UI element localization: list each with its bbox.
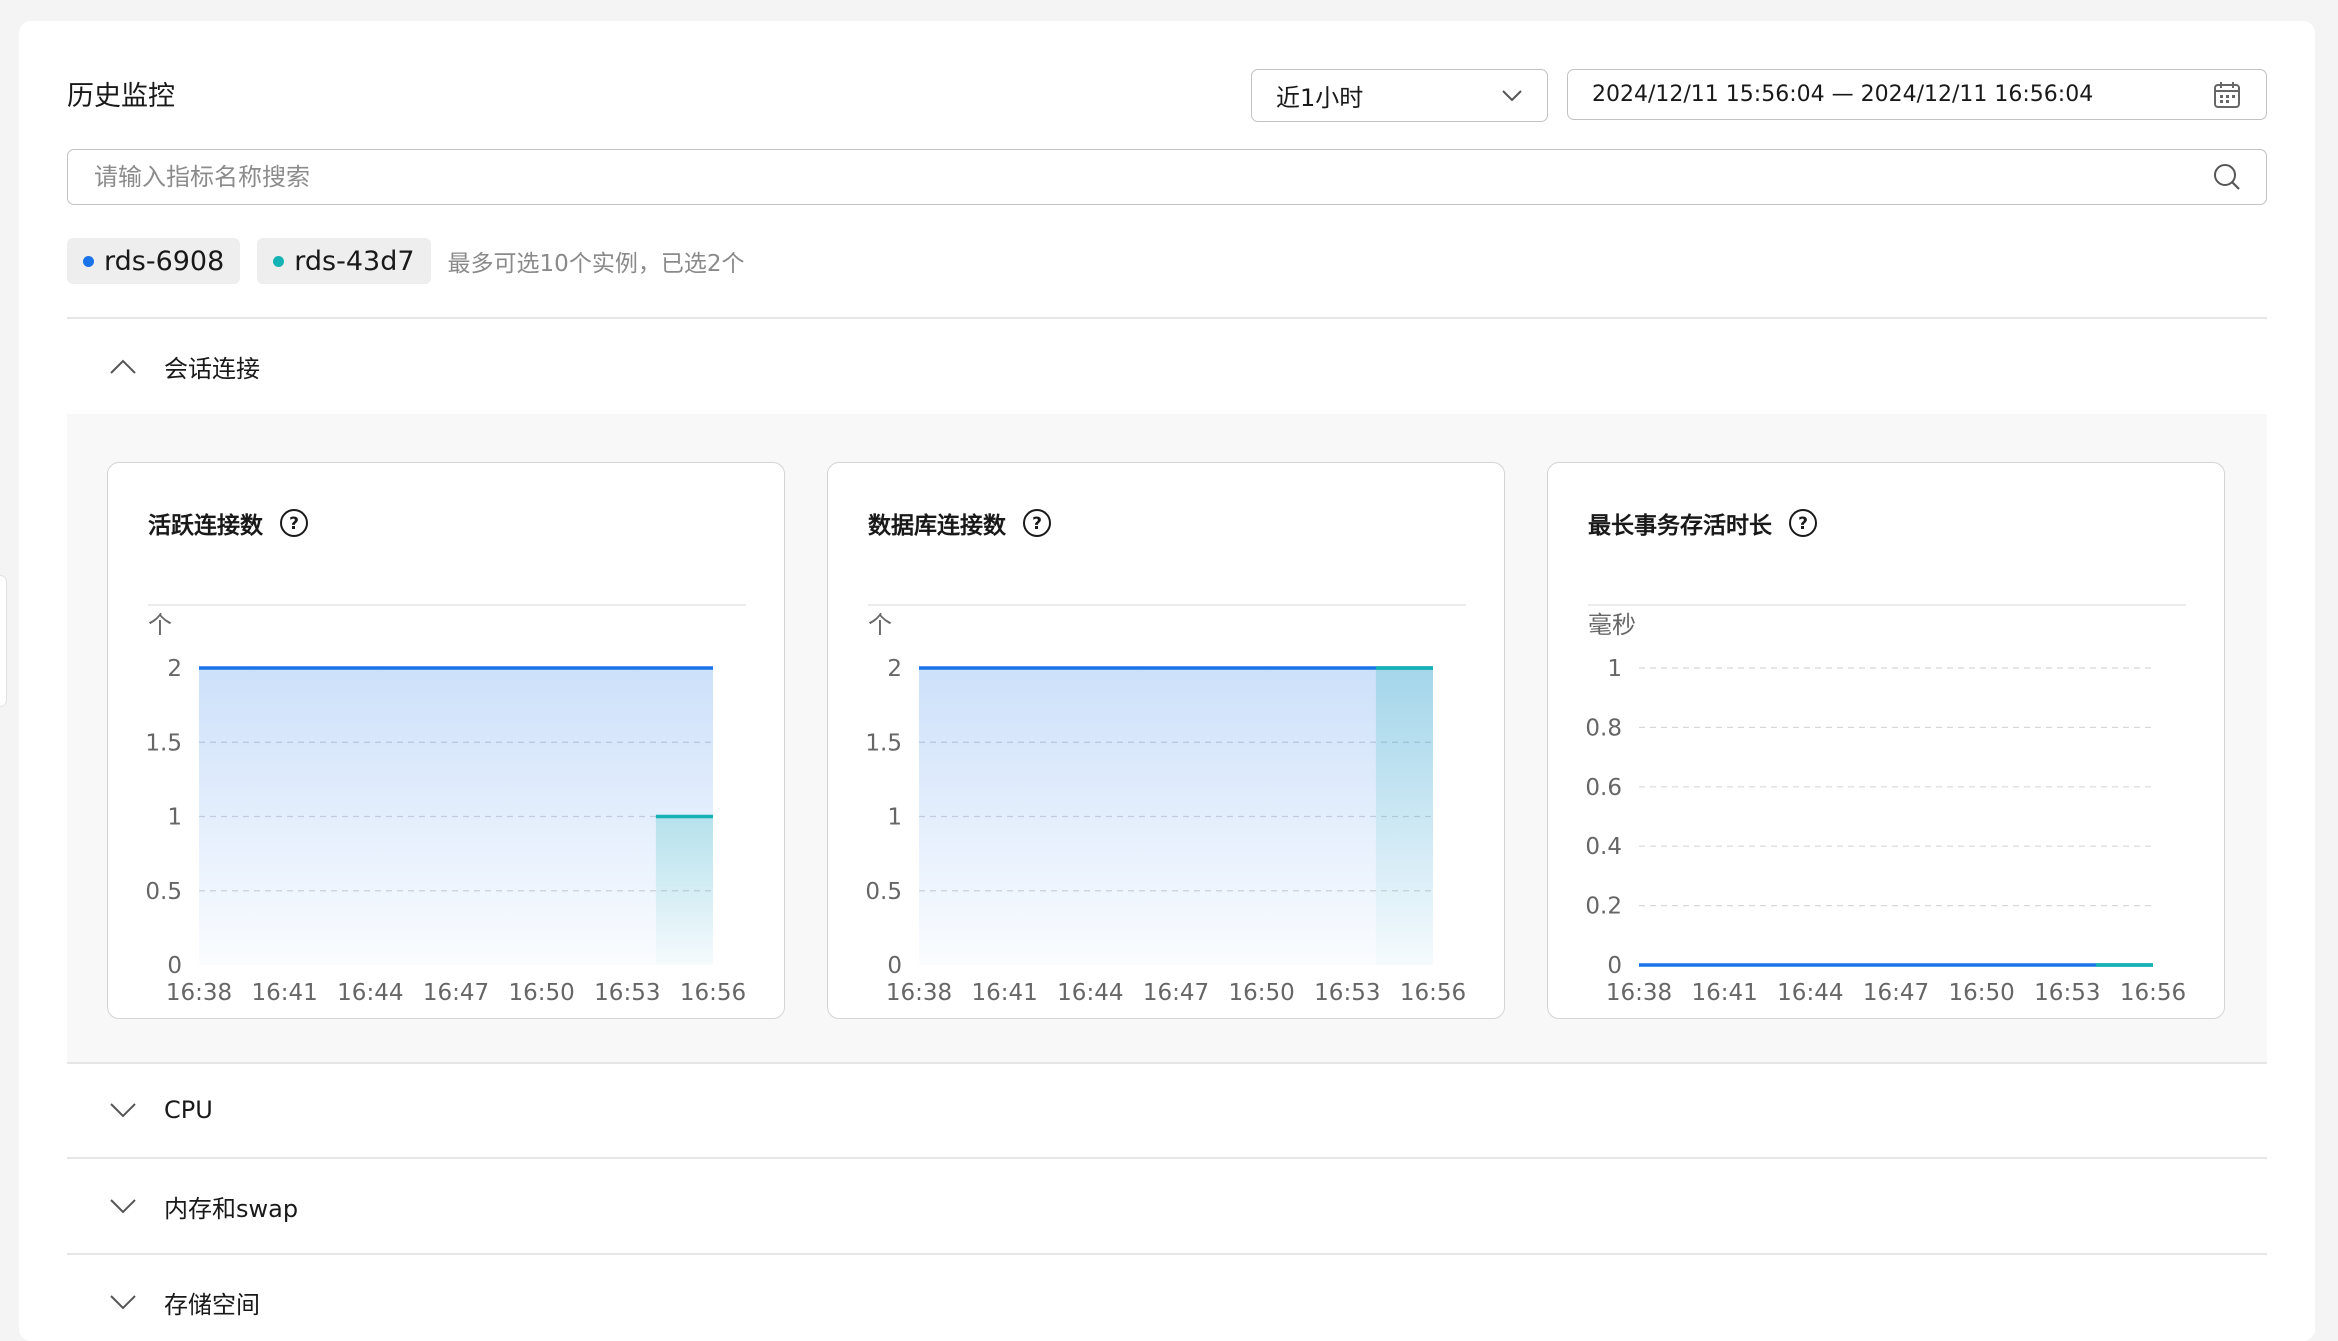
series-area xyxy=(1375,668,1433,965)
chevron-up-icon xyxy=(110,359,136,374)
x-tick-label: 16:41 xyxy=(252,980,318,1006)
section-label: 会话连接 xyxy=(164,354,260,383)
chevron-down-icon xyxy=(110,1295,136,1310)
y-tick-label: 0.2 xyxy=(1585,894,1622,920)
chart-title: 活跃连接数 xyxy=(148,513,263,539)
svg-text:?: ? xyxy=(1032,514,1042,534)
y-tick-label: 0 xyxy=(167,953,182,979)
section-label: 内存和swap xyxy=(164,1194,299,1223)
session-charts-area: 个 0 0.5 1 1.5 2 16:38 16:41 16:44 16:47 16:50 16:53… xyxy=(67,414,2267,1062)
section-label: 存储空间 xyxy=(164,1290,260,1319)
chart-title-wrap: 最长事务存活时长 ? xyxy=(1588,506,1818,540)
x-tick-label: 16:41 xyxy=(1692,980,1758,1006)
x-tick-label: 16:41 xyxy=(972,980,1038,1006)
section-header-storage[interactable]: 存储空间 xyxy=(67,1272,2267,1332)
active-connections-chart: 个 0 0.5 1 1.5 2 16:38 16:41 16:44 16:47 16:50 16:53… xyxy=(145,604,746,1006)
chart-title-wrap: 数据库连接数 ? xyxy=(868,506,1052,540)
instance-tag[interactable]: rds-43d7 xyxy=(257,238,431,284)
chart-title: 数据库连接数 xyxy=(868,513,1006,539)
svg-text:?: ? xyxy=(289,514,299,534)
y-tick-label: 0.6 xyxy=(1585,775,1622,801)
x-tick-label: 16:38 xyxy=(1606,980,1672,1006)
help-icon[interactable]: ? xyxy=(1788,508,1818,538)
instance-tag-label: rds-6908 xyxy=(104,245,225,277)
y-unit-label: 个 xyxy=(868,611,892,639)
x-tick-label: 16:44 xyxy=(1777,980,1843,1006)
divider xyxy=(67,1253,2267,1255)
chart-title-wrap: 活跃连接数 ? xyxy=(148,506,309,540)
x-tick-label: 16:44 xyxy=(1057,980,1123,1006)
instance-tags: rds-6908 rds-43d7 最多可选10个实例，已选2个 xyxy=(67,238,744,284)
y-tick-label: 0.4 xyxy=(1585,834,1622,860)
section-header-memory[interactable]: 内存和swap xyxy=(67,1176,2267,1236)
x-tick-label: 16:50 xyxy=(1949,980,2015,1006)
x-tick-label: 16:53 xyxy=(1314,980,1380,1006)
instance-selection-hint: 最多可选10个实例，已选2个 xyxy=(447,251,745,277)
chevron-down-icon xyxy=(110,1199,136,1214)
y-tick-label: 2 xyxy=(167,656,182,682)
chevron-down-icon xyxy=(110,1103,136,1118)
x-tick-label: 16:47 xyxy=(423,980,489,1006)
x-tick-label: 16:38 xyxy=(166,980,232,1006)
chevron-down-icon xyxy=(1502,89,1522,101)
section-header-session[interactable]: 会话连接 xyxy=(67,336,2267,396)
series-area xyxy=(199,668,713,965)
chart-card-longest-transaction: 毫秒 0 0.2 0.4 0.6 0.8 1 16:38 16:41 16:44 16:47 16:5… xyxy=(1547,462,2225,1019)
y-tick-label: 0.5 xyxy=(865,879,902,905)
y-tick-label: 2 xyxy=(887,656,902,682)
svg-text:?: ? xyxy=(1798,514,1808,534)
metric-search-input[interactable] xyxy=(92,162,2212,192)
y-tick-label: 1 xyxy=(167,805,182,831)
x-tick-label: 16:38 xyxy=(886,980,952,1006)
chart-title: 最长事务存活时长 xyxy=(1588,513,1772,539)
x-tick-label: 16:50 xyxy=(1229,980,1295,1006)
section-label: CPU xyxy=(164,1096,213,1124)
date-range-picker[interactable]: 2024/12/11 15:56:04 — 2024/12/11 16:56:0… xyxy=(1567,69,2267,120)
x-tick-label: 16:47 xyxy=(1863,980,1929,1006)
instance-color-dot xyxy=(273,255,285,267)
y-tick-label: 1 xyxy=(1607,656,1622,682)
divider xyxy=(67,317,2267,319)
instance-tag-label: rds-43d7 xyxy=(294,245,415,277)
y-tick-label: 0 xyxy=(1607,953,1622,979)
x-tick-label: 16:50 xyxy=(509,980,575,1006)
x-tick-label: 16:56 xyxy=(1400,980,1466,1006)
section-header-cpu[interactable]: CPU xyxy=(67,1080,2267,1140)
calendar-icon xyxy=(2214,81,2240,108)
y-tick-label: 1.5 xyxy=(145,730,182,756)
search-icon[interactable] xyxy=(2212,162,2242,192)
side-drawer-handle[interactable] xyxy=(0,575,7,707)
db-connections-chart: 个 0 0.5 1 1.5 2 16:38 16:41 16:44 16:47 16:50 16:53… xyxy=(865,604,1466,1006)
x-tick-label: 16:56 xyxy=(680,980,746,1006)
page-title: 历史监控 xyxy=(67,81,175,112)
y-unit-label: 个 xyxy=(148,611,172,639)
x-tick-label: 16:47 xyxy=(1143,980,1209,1006)
chart-card-active-connections: 个 0 0.5 1 1.5 2 16:38 16:41 16:44 16:47 16:50 16:53… xyxy=(107,462,785,1019)
date-range-value: 2024/12/11 15:56:04 — 2024/12/11 16:56:0… xyxy=(1592,82,2094,107)
metric-search-box xyxy=(67,149,2267,205)
x-tick-label: 16:44 xyxy=(337,980,403,1006)
divider xyxy=(67,1062,2267,1064)
series-area xyxy=(919,668,1433,965)
instance-tag[interactable]: rds-6908 xyxy=(67,238,241,284)
divider xyxy=(67,1157,2267,1159)
help-icon[interactable]: ? xyxy=(279,508,309,538)
y-tick-label: 1.5 xyxy=(865,730,902,756)
time-range-select[interactable]: 近1小时 xyxy=(1251,69,1548,122)
y-tick-label: 0.5 xyxy=(145,879,182,905)
x-tick-label: 16:56 xyxy=(2120,980,2186,1006)
y-tick-label: 0.8 xyxy=(1585,715,1622,741)
x-tick-label: 16:53 xyxy=(2034,980,2100,1006)
time-range-value: 近1小时 xyxy=(1276,84,1364,112)
y-tick-label: 0 xyxy=(887,953,902,979)
instance-color-dot xyxy=(83,255,94,267)
help-icon[interactable]: ? xyxy=(1022,508,1052,538)
y-unit-label: 毫秒 xyxy=(1588,611,1636,639)
x-tick-label: 16:53 xyxy=(594,980,660,1006)
longest-transaction-chart: 毫秒 0 0.2 0.4 0.6 0.8 1 16:38 16:41 16:44 16:47 16:5… xyxy=(1585,604,2186,1006)
series-area xyxy=(655,816,713,965)
chart-card-db-connections: 个 0 0.5 1 1.5 2 16:38 16:41 16:44 16:47 16:50 16:53… xyxy=(827,462,1505,1019)
y-tick-label: 1 xyxy=(887,805,902,831)
